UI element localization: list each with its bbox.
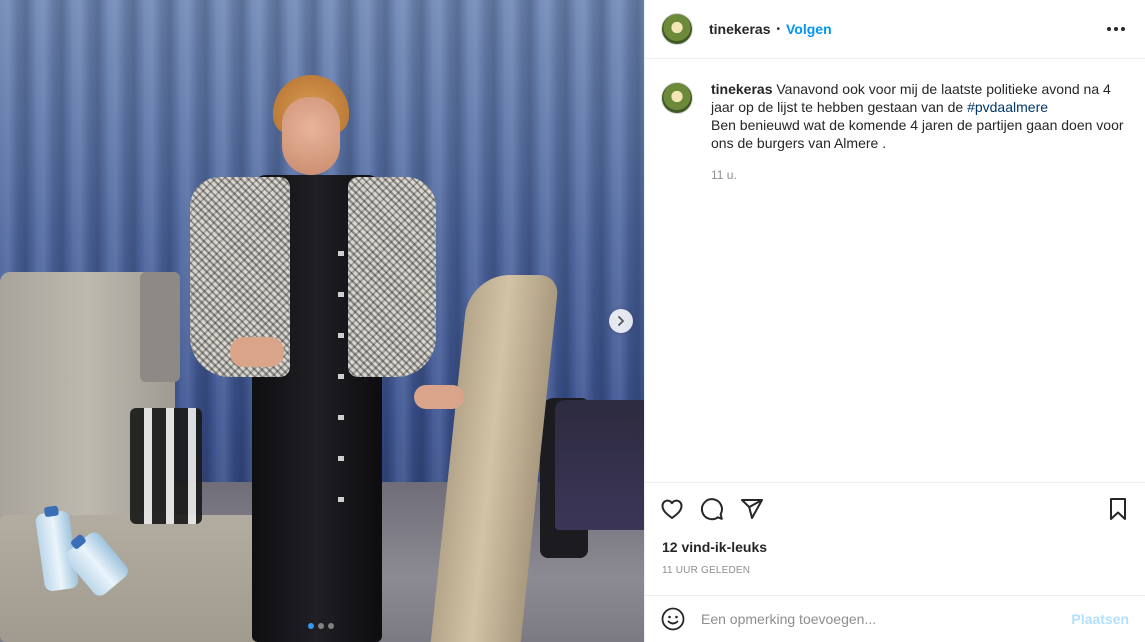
share-button[interactable] [739, 496, 765, 522]
post-timestamp[interactable]: 11 UUR GELEDEN [662, 565, 750, 576]
caption-text: tinekeras Vanavond ook voor mij de laats… [711, 80, 1129, 152]
chair [555, 400, 644, 530]
hand [230, 337, 284, 367]
carousel-dot [308, 623, 314, 629]
post-header: tinekeras • Volgen [645, 0, 1145, 59]
caption-area: tinekeras Vanavond ook voor mij de laats… [661, 80, 1129, 182]
smiley-icon [661, 607, 685, 631]
comment-input[interactable] [701, 611, 1072, 627]
like-button[interactable] [659, 496, 685, 522]
comment-button[interactable] [699, 496, 725, 522]
carousel-indicator [308, 623, 334, 629]
hashtag-link[interactable]: #pvdaalmere [967, 99, 1048, 115]
username-link[interactable]: tinekeras [709, 21, 770, 37]
heart-icon [661, 499, 683, 519]
save-button[interactable] [1105, 496, 1131, 522]
actions-bar [645, 482, 1145, 534]
hand [414, 385, 464, 409]
follow-button[interactable]: Volgen [786, 21, 832, 37]
caption-body-2: Ben benieuwd wat de komende 4 jaren de p… [711, 117, 1124, 151]
face [282, 97, 340, 175]
comment-bubble-icon [700, 497, 723, 520]
avatar[interactable] [661, 82, 693, 114]
post-side-panel: tinekeras • Volgen tinekeras Vanavond oo… [644, 0, 1145, 642]
post-photo[interactable] [0, 0, 644, 642]
more-options-icon[interactable] [1107, 17, 1129, 41]
paper-plane-icon [741, 498, 763, 519]
dress-buttons [338, 215, 344, 535]
carousel-dot [318, 623, 324, 629]
bookmark-icon [1110, 497, 1126, 520]
comment-bar: Plaatsen [645, 595, 1145, 642]
caption-timestamp[interactable]: 11 u. [711, 168, 1129, 182]
avatar[interactable] [661, 13, 693, 45]
person [170, 75, 470, 642]
chevron-right-icon [618, 316, 625, 326]
emoji-button[interactable] [661, 607, 685, 631]
like-count[interactable]: 12 vind-ik-leuks [662, 539, 767, 555]
caption-username[interactable]: tinekeras [711, 81, 772, 97]
carousel-next-button[interactable] [609, 309, 633, 333]
carousel-dot [328, 623, 334, 629]
separator-dot: • [776, 23, 780, 35]
jacket-right [348, 177, 436, 377]
post-comment-button[interactable]: Plaatsen [1071, 611, 1129, 627]
